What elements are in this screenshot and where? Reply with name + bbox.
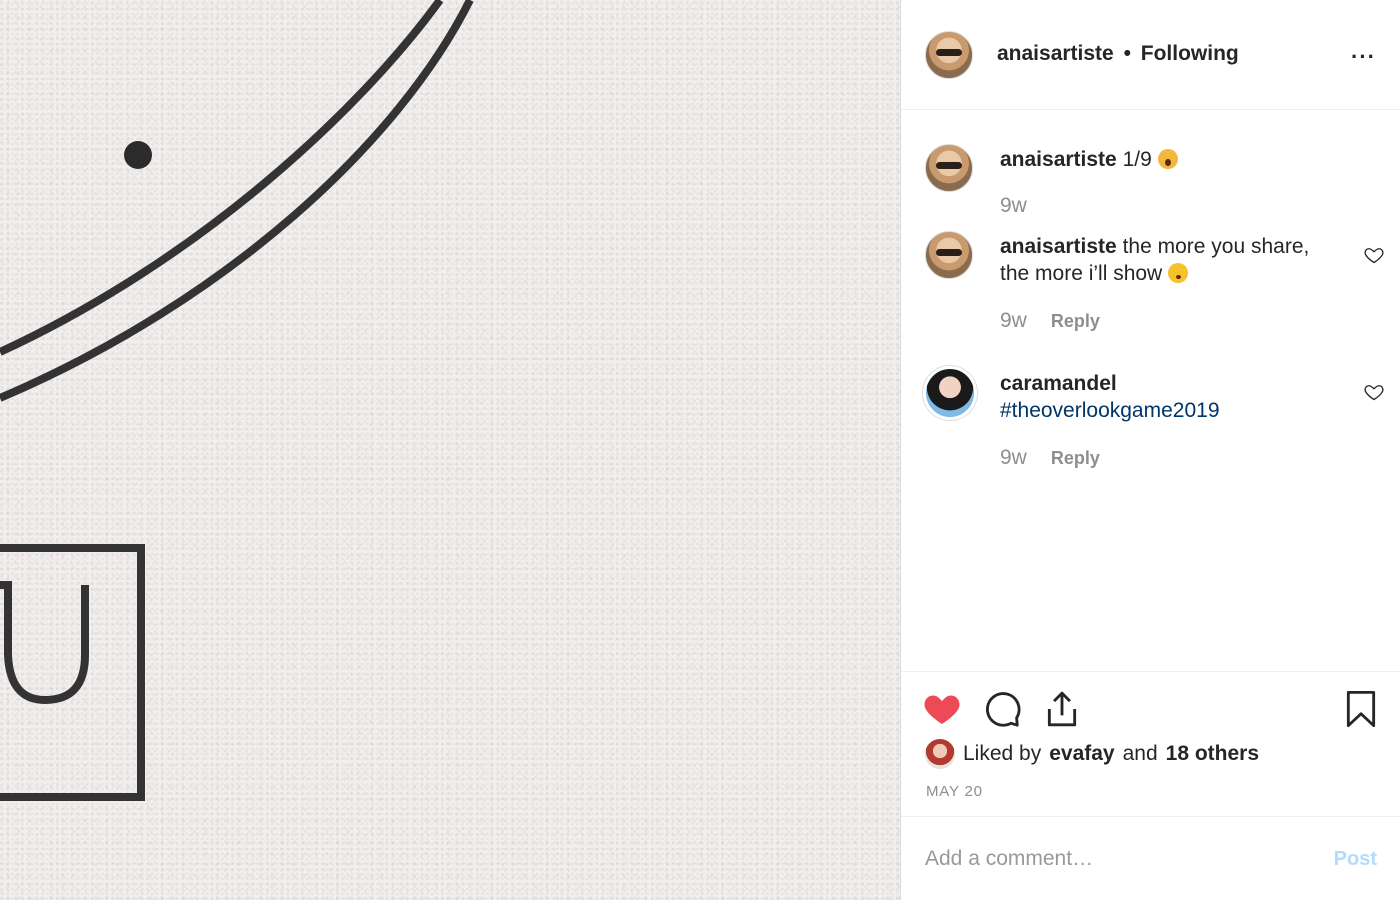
- likes-others-link[interactable]: 18 others: [1166, 742, 1259, 766]
- action-bar: Liked by evafay and 18 others MAY 20: [901, 671, 1400, 817]
- post-header: anaisartiste • Following ···: [901, 0, 1400, 110]
- commenter-avatar[interactable]: [923, 366, 977, 420]
- comment-text: anaisartiste the more you share, the mor…: [1000, 233, 1330, 287]
- likes-and: and: [1122, 742, 1158, 765]
- likes-prefix: Liked by: [963, 742, 1042, 765]
- comment-username[interactable]: anaisartiste: [1000, 235, 1117, 258]
- add-comment-form: Post: [901, 818, 1400, 900]
- post-artwork: [0, 0, 474, 801]
- caption-username[interactable]: anaisartiste: [1000, 148, 1117, 171]
- comment-time[interactable]: 9w: [1000, 446, 1027, 470]
- comments-list: anaisartiste 1/9 9w anaisartiste the mor…: [901, 111, 1400, 671]
- hashtag-link[interactable]: #theoverlookgame2019: [1000, 399, 1220, 422]
- author-avatar[interactable]: [925, 31, 973, 79]
- caption-body: 1/9: [1122, 148, 1152, 171]
- comment-input[interactable]: [925, 842, 1305, 876]
- separator-dot: •: [1123, 42, 1131, 65]
- comment-meta: 9w Reply: [1000, 446, 1100, 470]
- post-image[interactable]: [0, 0, 901, 900]
- face-screaming-emoji-icon: [1157, 149, 1178, 169]
- like-comment-heart-icon[interactable]: [1364, 382, 1384, 402]
- comment-time[interactable]: 9w: [1000, 309, 1027, 333]
- author-username[interactable]: anaisartiste: [997, 42, 1114, 65]
- bookmark-icon[interactable]: [1342, 690, 1380, 728]
- comment-username[interactable]: caramandel: [1000, 372, 1117, 395]
- shushing-face-emoji-icon: [1168, 263, 1189, 283]
- commenter-avatar[interactable]: [925, 231, 973, 279]
- comment-meta: 9w Reply: [1000, 309, 1100, 333]
- post-sidebar: anaisartiste • Following ··· anaisartist…: [901, 0, 1400, 900]
- comment-text: caramandel #theoverlookgame2019: [1000, 370, 1330, 424]
- header-title: anaisartiste • Following: [997, 42, 1239, 66]
- heart-filled-icon[interactable]: [923, 690, 961, 728]
- follow-status-button[interactable]: Following: [1141, 42, 1239, 65]
- more-options-icon[interactable]: ···: [1351, 44, 1376, 70]
- likes-summary: Liked by evafay and 18 others: [925, 739, 1259, 769]
- like-comment-heart-icon[interactable]: [1364, 245, 1384, 265]
- comment-bubble-icon[interactable]: [984, 690, 1022, 728]
- liker-avatar[interactable]: [925, 739, 955, 769]
- liker-username[interactable]: evafay: [1049, 742, 1114, 766]
- reply-button[interactable]: Reply: [1051, 448, 1100, 469]
- caption-meta: 9w: [1000, 194, 1027, 218]
- post-comment-button[interactable]: Post: [1334, 848, 1377, 871]
- caption-time[interactable]: 9w: [1000, 194, 1027, 218]
- share-upload-icon[interactable]: [1043, 690, 1081, 728]
- reply-button[interactable]: Reply: [1051, 311, 1100, 332]
- caption-avatar[interactable]: [925, 144, 973, 192]
- post-date[interactable]: MAY 20: [926, 783, 983, 800]
- caption-text: anaisartiste 1/9: [1000, 146, 1178, 173]
